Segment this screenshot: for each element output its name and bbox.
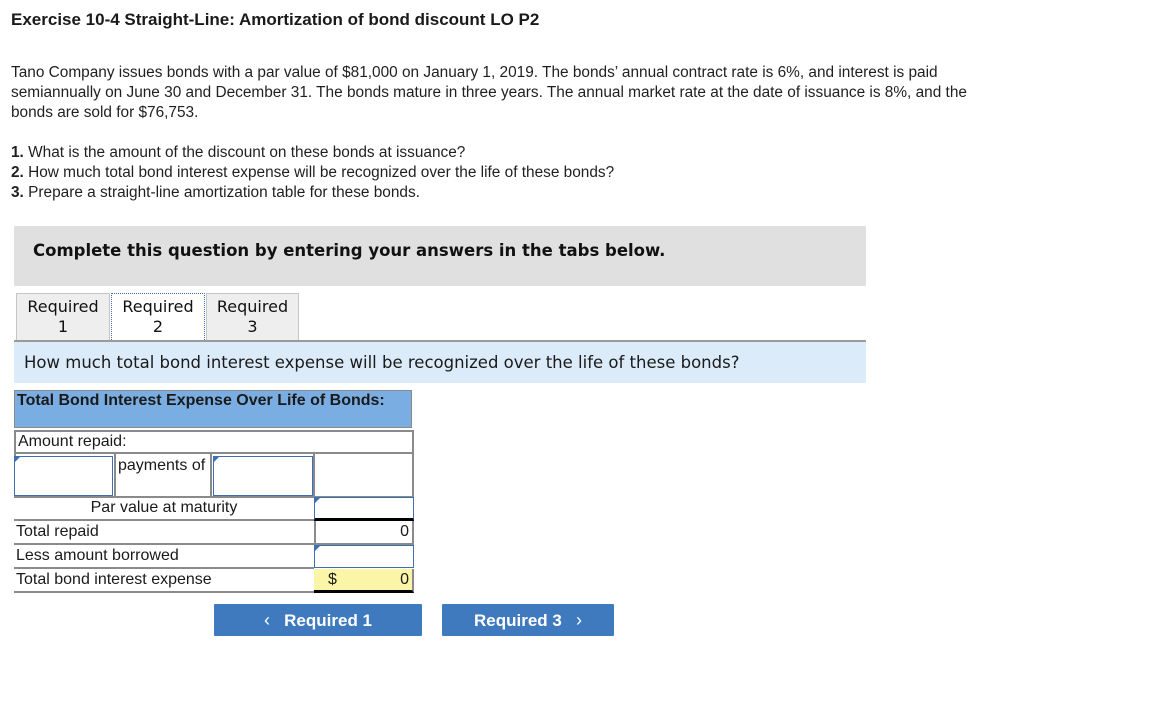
chevron-left-icon: ‹: [263, 610, 270, 630]
less-borrowed-input[interactable]: [314, 545, 414, 568]
tab-label: Required: [122, 297, 194, 316]
prev-button-label: Required 1: [284, 611, 373, 630]
par-value-input[interactable]: [314, 497, 414, 521]
question-text: How much total bond interest expense wil…: [23, 164, 615, 181]
table-header: Total Bond Interest Expense Over Life of…: [14, 390, 412, 428]
question-bar: How much total bond interest expense wil…: [14, 342, 866, 383]
total-expense-value: 0: [400, 571, 409, 588]
next-button-label: Required 3: [473, 611, 562, 630]
payment-amount-input[interactable]: [213, 456, 313, 496]
question-number: 1.: [11, 144, 24, 161]
problem-description: Tano Company issues bonds with a par val…: [11, 64, 967, 121]
total-repaid-label: Total repaid: [14, 521, 314, 545]
question-item: 2. How much total bond interest expense …: [11, 163, 614, 183]
currency-symbol: $: [328, 571, 337, 588]
total-expense-label: Total bond interest expense: [14, 569, 314, 593]
tab-required-3[interactable]: Required 3: [206, 293, 299, 340]
tab-required-2[interactable]: Required 2: [111, 293, 205, 342]
total-repaid-value: 0: [314, 521, 414, 545]
instruction-banner: Complete this question by entering your …: [14, 226, 866, 286]
prev-required-1-button[interactable]: ‹ Required 1: [214, 604, 422, 636]
total-expense-cell: $ 0: [314, 569, 414, 593]
tab-label: Required: [27, 297, 99, 316]
tab-required-1[interactable]: Required 1: [16, 293, 110, 340]
tab-number: 3: [247, 317, 258, 336]
exercise-title: Exercise 10-4 Straight-Line: Amortizatio…: [11, 10, 540, 29]
question-text: What is the amount of the discount on th…: [23, 144, 466, 161]
par-value-label: Par value at maturity: [14, 497, 314, 521]
tab-label: Required: [216, 297, 289, 316]
tab-number: 2: [152, 317, 164, 336]
less-borrowed-label: Less amount borrowed: [14, 545, 314, 569]
question-list: 1. What is the amount of the discount on…: [11, 143, 614, 203]
next-required-3-button[interactable]: Required 3 ›: [442, 604, 614, 636]
payments-count-input[interactable]: [14, 456, 113, 496]
question-number: 2.: [11, 164, 24, 181]
question-item: 1. What is the amount of the discount on…: [11, 143, 614, 163]
question-number: 3.: [11, 184, 24, 201]
column-divider: [313, 454, 315, 498]
instruction-text: Complete this question by entering your …: [33, 241, 666, 260]
question-item: 3. Prepare a straight-line amortization …: [11, 183, 614, 203]
amount-repaid-label: Amount repaid:: [14, 430, 414, 454]
chevron-right-icon: ›: [576, 610, 583, 630]
question-text: Prepare a straight-line amortization tab…: [23, 184, 420, 201]
tab-number: 1: [57, 317, 69, 336]
payments-of-label: payments of: [114, 454, 212, 498]
question-bar-text: How much total bond interest expense wil…: [24, 353, 740, 372]
